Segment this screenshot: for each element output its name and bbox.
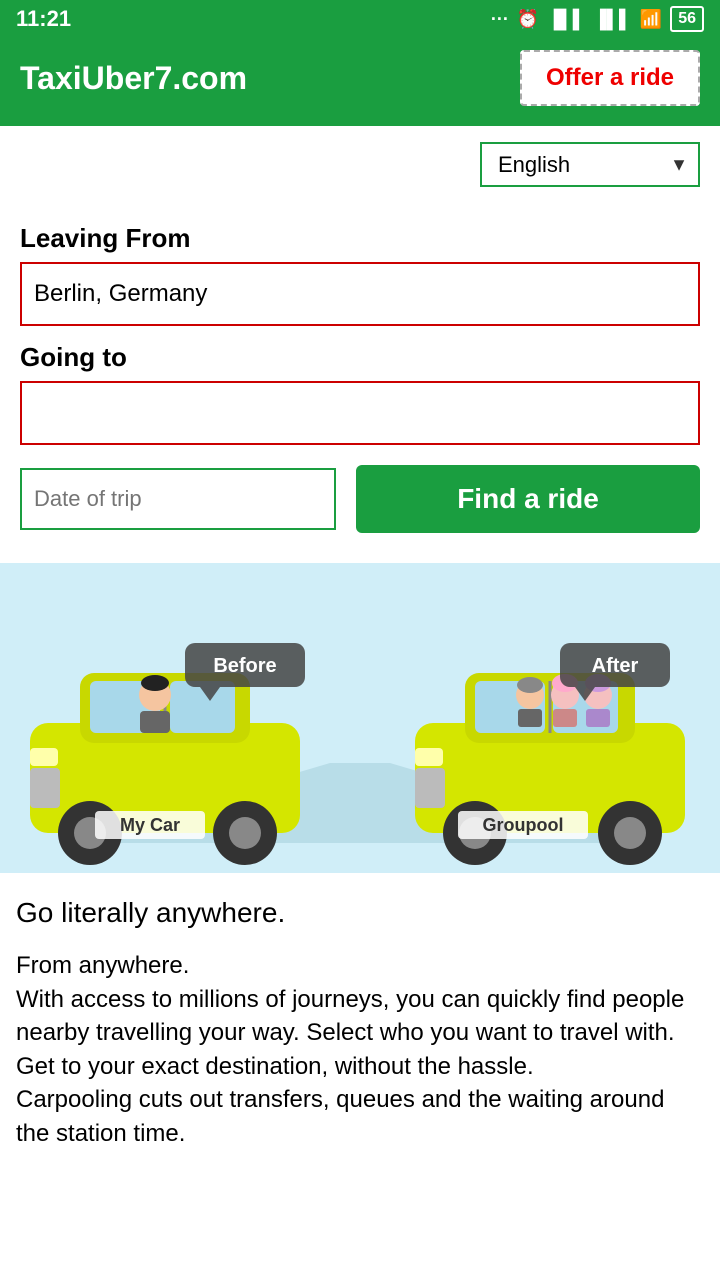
action-row: Find a ride [0, 445, 720, 543]
leaving-from-label: Leaving From [20, 223, 700, 254]
app-title: TaxiUber7.com [20, 60, 247, 97]
wifi-icon: 📶 [640, 9, 662, 30]
language-wrapper: English Deutsch Français Español [480, 142, 700, 187]
status-icons: ··· ⏰ ▐▌▌ ▐▌▌ 📶 56 [491, 6, 704, 32]
promo-content: Go literally anywhere. From anywhere. Wi… [0, 873, 720, 1171]
signal-icon: ▐▌▌ [547, 9, 585, 30]
find-ride-button[interactable]: Find a ride [356, 465, 700, 533]
my-car-label: My Car [120, 815, 180, 835]
leaving-from-input[interactable] [20, 262, 700, 326]
battery-icon: 56 [670, 6, 704, 32]
body-text: From anywhere. With access to millions o… [16, 949, 704, 1151]
status-time: 11:21 [16, 6, 71, 32]
before-label: Before [213, 655, 276, 677]
offer-ride-button[interactable]: Offer a ride [520, 50, 700, 106]
language-select[interactable]: English Deutsch Français Español [480, 142, 700, 187]
status-bar: 11:21 ··· ⏰ ▐▌▌ ▐▌▌ 📶 56 [0, 0, 720, 38]
going-to-input[interactable] [20, 381, 700, 445]
after-label: After [592, 655, 639, 677]
going-to-label: Going to [20, 342, 700, 373]
carpooling-illustration: My Car Before Groupool [0, 563, 720, 873]
tagline: Go literally anywhere. [16, 897, 704, 929]
language-row: English Deutsch Français Español [0, 126, 720, 197]
date-input[interactable] [20, 468, 336, 530]
dots-icon: ··· [491, 9, 509, 30]
alarm-icon: ⏰ [517, 9, 539, 30]
app-header: TaxiUber7.com Offer a ride [0, 38, 720, 126]
groupool-label: Groupool [483, 815, 564, 835]
illustration-svg: My Car Before Groupool [0, 563, 720, 873]
signal2-icon: ▐▌▌ [594, 9, 632, 30]
search-form: Leaving From Going to [0, 197, 720, 445]
